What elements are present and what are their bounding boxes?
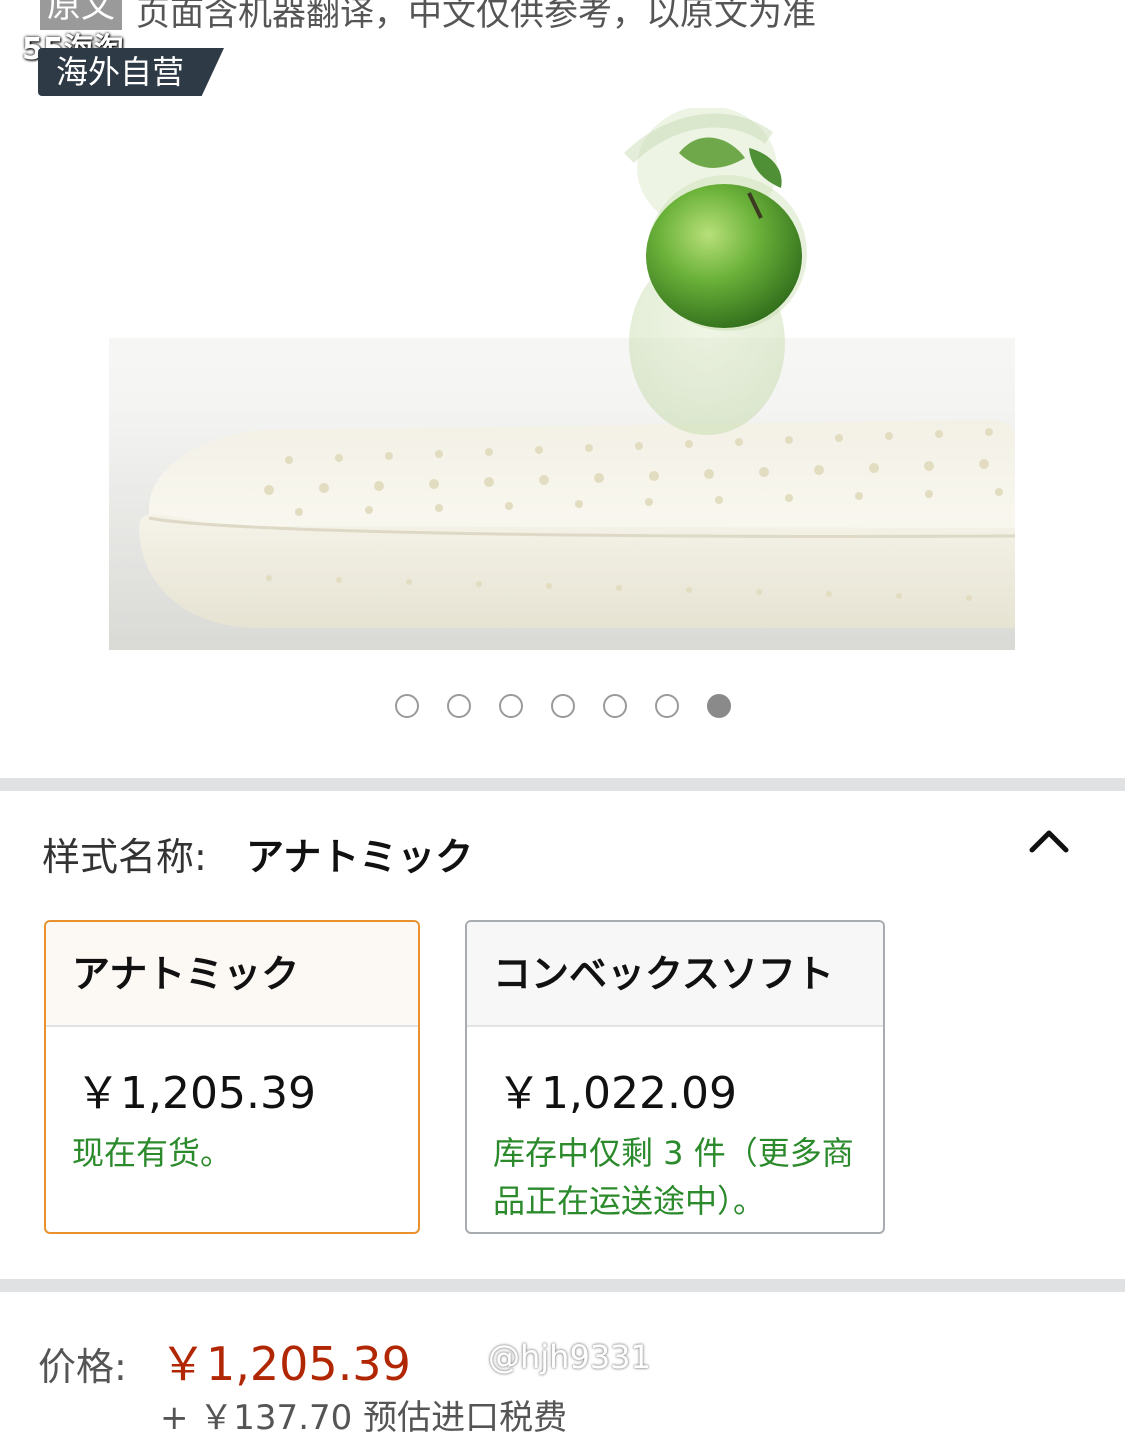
carousel-dot-active[interactable] [707, 694, 731, 718]
overseas-self-operated-tag: 海外自营 [38, 48, 224, 96]
carousel-dot[interactable] [551, 694, 575, 718]
option-stock-status: 库存中仅剩 3 件（更多商品正在运送途中）。 [493, 1134, 854, 1220]
style-option-convex-soft[interactable]: コンベックスソフト ￥1,022.09 库存中仅剩 3 件（更多商品正在运送途中… [465, 920, 885, 1234]
carousel-dot[interactable] [499, 694, 523, 718]
user-watermark: @hjh9331 [488, 1338, 651, 1376]
carousel-dot[interactable] [395, 694, 419, 718]
price-value: ￥1,205.39 [160, 1337, 411, 1391]
option-price: ￥1,205.39 [76, 1068, 316, 1119]
carousel-dot[interactable] [603, 694, 627, 718]
carousel-dot[interactable] [447, 694, 471, 718]
import-tax-estimate: + ￥137.70 预估进口税费 [160, 1398, 568, 1438]
section-divider [0, 1279, 1125, 1292]
style-name-value: アナトミック [246, 835, 474, 879]
carousel-dot[interactable] [655, 694, 679, 718]
style-name-label: 样式名称: [42, 835, 207, 879]
option-name: アナトミック [46, 922, 418, 1027]
translation-notice-text: 页面含机器翻译，中文仅供参考，以原文为准 [136, 0, 816, 34]
option-stock-status: 现在有货。 [72, 1134, 233, 1172]
price-label: 价格: [38, 1345, 127, 1389]
option-price: ￥1,022.09 [497, 1068, 737, 1119]
section-divider [0, 778, 1125, 791]
product-image[interactable] [109, 108, 1015, 650]
translation-notice: 原文 页面含机器翻译，中文仅供参考，以原文为准 [0, 0, 1125, 34]
chevron-up-icon[interactable] [1024, 818, 1074, 868]
style-option-anatomic[interactable]: アナトミック ￥1,205.39 现在有货。 [44, 920, 420, 1234]
option-name: コンベックスソフト [467, 922, 883, 1027]
image-carousel-dots [0, 694, 1125, 720]
